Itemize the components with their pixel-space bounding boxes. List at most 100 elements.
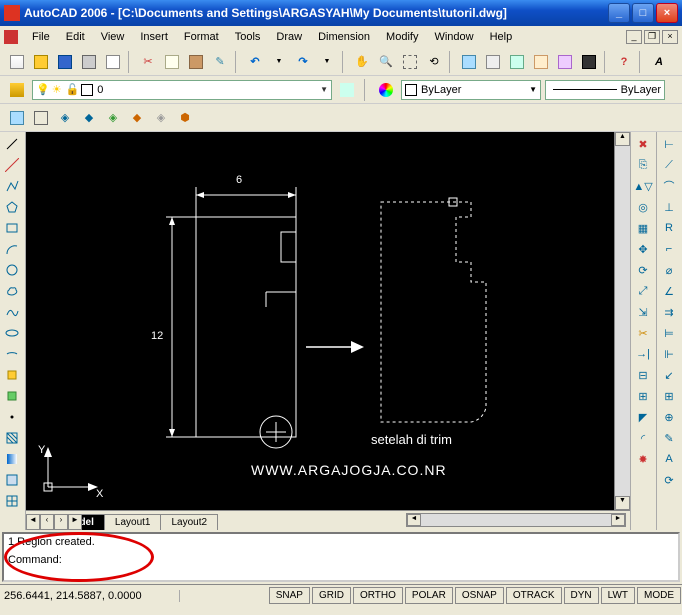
view-3d-button[interactable]: ⬢ <box>174 107 196 129</box>
dim-radius-button[interactable]: R <box>659 218 679 238</box>
table-button[interactable] <box>2 491 22 511</box>
dim-jogged-button[interactable]: ⌐ <box>659 239 679 259</box>
redo-button[interactable]: ↷ <box>292 51 314 73</box>
named-views-button[interactable] <box>6 107 28 129</box>
tab-first-button[interactable]: ◄ <box>26 514 40 530</box>
tab-last-button[interactable]: ► <box>68 514 82 530</box>
point-button[interactable] <box>2 407 22 427</box>
fillet-button[interactable]: ◜ <box>633 428 653 448</box>
markup-button[interactable] <box>554 51 576 73</box>
dim-tolerance-button[interactable]: ⊞ <box>659 386 679 406</box>
scroll-down-button[interactable]: ▼ <box>615 496 630 510</box>
new-button[interactable] <box>6 51 28 73</box>
coordinate-display[interactable]: 256.6441, 214.5887, 0.0000 <box>0 590 180 602</box>
menu-view[interactable]: View <box>93 29 133 45</box>
zoom-previous-button[interactable]: ⟲ <box>423 51 445 73</box>
dim-tedit-button[interactable]: A <box>659 449 679 469</box>
view-top-button[interactable] <box>30 107 52 129</box>
preview-button[interactable] <box>102 51 124 73</box>
spline-button[interactable] <box>2 302 22 322</box>
menu-file[interactable]: File <box>24 29 58 45</box>
menu-draw[interactable]: Draw <box>268 29 310 45</box>
revcloud-button[interactable] <box>2 281 22 301</box>
dim-arc-button[interactable]: ⌒ <box>659 176 679 196</box>
save-button[interactable] <box>54 51 76 73</box>
pan-button[interactable]: ✋ <box>351 51 373 73</box>
view-iso-se-button[interactable]: ◆ <box>78 107 100 129</box>
match-props-button[interactable]: ✎ <box>209 51 231 73</box>
lwt-toggle[interactable]: LWT <box>601 587 635 604</box>
dim-baseline-button[interactable]: ⊨ <box>659 323 679 343</box>
explode-button[interactable]: ✸ <box>633 449 653 469</box>
designcenter-button[interactable] <box>482 51 504 73</box>
mdi-minimize-button[interactable]: _ <box>626 30 642 44</box>
ortho-toggle[interactable]: ORTHO <box>353 587 403 604</box>
zoom-realtime-button[interactable]: 🔍 <box>375 51 397 73</box>
array-button[interactable]: ▦ <box>633 218 653 238</box>
scroll-up-button[interactable]: ▲ <box>615 132 630 146</box>
scale-button[interactable]: ⤢ <box>633 281 653 301</box>
snap-toggle[interactable]: SNAP <box>269 587 310 604</box>
dim-update-button[interactable]: ⟳ <box>659 470 679 490</box>
dim-quick-button[interactable]: ⇉ <box>659 302 679 322</box>
tool-palettes-button[interactable] <box>506 51 528 73</box>
hatch-button[interactable] <box>2 428 22 448</box>
drawing-canvas[interactable]: 6 12 setelah di trim WWW.ARGAJOGJA.CO.NR… <box>26 132 630 510</box>
dim-linear-button[interactable]: ⊢ <box>659 134 679 154</box>
dim-continue-button[interactable]: ⊩ <box>659 344 679 364</box>
copy-button[interactable] <box>161 51 183 73</box>
undo-button[interactable]: ↶ <box>244 51 266 73</box>
make-block-button[interactable] <box>2 386 22 406</box>
layer-manager-button[interactable] <box>6 79 28 101</box>
minimize-button[interactable]: _ <box>608 3 630 23</box>
paste-button[interactable] <box>185 51 207 73</box>
view-front-button[interactable]: ◈ <box>150 107 172 129</box>
polar-toggle[interactable]: POLAR <box>405 587 453 604</box>
view-iso-sw-button[interactable]: ◈ <box>54 107 76 129</box>
model-toggle[interactable]: MODE <box>637 587 681 604</box>
copy-obj-button[interactable]: ⎘ <box>633 155 653 175</box>
rectangle-button[interactable] <box>2 218 22 238</box>
help-button[interactable]: ? <box>613 51 635 73</box>
ellipse-button[interactable] <box>2 323 22 343</box>
dim-edit-button[interactable]: ✎ <box>659 428 679 448</box>
layer-dropdown[interactable]: 💡 ☀ 🔓 0 ▼ <box>32 80 332 100</box>
dyn-toggle[interactable]: DYN <box>564 587 599 604</box>
join-button[interactable]: ⊞ <box>633 386 653 406</box>
linetype-dropdown[interactable]: ByLayer <box>545 80 665 100</box>
scroll-right-button[interactable]: ► <box>611 514 625 526</box>
close-button[interactable]: × <box>656 3 678 23</box>
circle-button[interactable] <box>2 260 22 280</box>
zoom-window-button[interactable] <box>399 51 421 73</box>
dim-aligned-button[interactable]: ⟋ <box>659 155 679 175</box>
open-button[interactable] <box>30 51 52 73</box>
move-button[interactable]: ✥ <box>633 239 653 259</box>
insert-block-button[interactable] <box>2 365 22 385</box>
osnap-toggle[interactable]: OSNAP <box>455 587 504 604</box>
line-button[interactable] <box>2 134 22 154</box>
menu-modify[interactable]: Modify <box>378 29 426 45</box>
break-button[interactable]: ⊟ <box>633 365 653 385</box>
command-window[interactable]: 1 Region created. Command: <box>2 532 680 582</box>
otrack-toggle[interactable]: OTRACK <box>506 587 562 604</box>
view-iso-ne-button[interactable]: ◈ <box>102 107 124 129</box>
scroll-left-button[interactable]: ◄ <box>407 514 421 526</box>
sheetset-button[interactable] <box>530 51 552 73</box>
quickcalc-button[interactable] <box>578 51 600 73</box>
construction-line-button[interactable] <box>2 155 22 175</box>
rotate-button[interactable]: ⟳ <box>633 260 653 280</box>
redo-list-button[interactable]: ▼ <box>316 51 338 73</box>
stretch-button[interactable]: ⇲ <box>633 302 653 322</box>
menu-window[interactable]: Window <box>426 29 481 45</box>
tab-next-button[interactable]: › <box>54 514 68 530</box>
region-button[interactable] <box>2 470 22 490</box>
tab-layout1[interactable]: Layout1 <box>104 514 162 530</box>
trim-button[interactable]: ✂ <box>633 323 653 343</box>
menu-dimension[interactable]: Dimension <box>310 29 378 45</box>
menu-format[interactable]: Format <box>176 29 227 45</box>
horizontal-scrollbar[interactable]: ◄ ► <box>406 513 626 527</box>
mdi-close-button[interactable]: × <box>662 30 678 44</box>
gradient-button[interactable] <box>2 449 22 469</box>
properties-button[interactable] <box>458 51 480 73</box>
view-iso-nw-button[interactable]: ◆ <box>126 107 148 129</box>
